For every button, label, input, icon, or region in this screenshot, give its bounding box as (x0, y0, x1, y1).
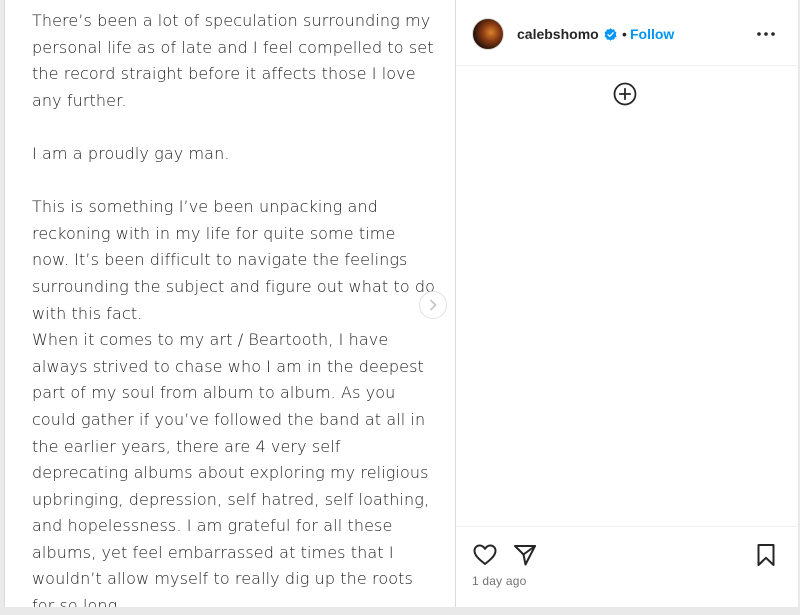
follow-button[interactable]: Follow (630, 26, 674, 42)
paper-plane-icon (514, 545, 536, 566)
like-button[interactable] (472, 542, 498, 568)
plus-circle-icon (613, 82, 637, 106)
heart-icon (473, 544, 497, 565)
separator-dot: • (622, 26, 627, 42)
add-comment-button[interactable] (613, 82, 637, 106)
paragraph-reckoning: This is something I’ve been unpacking an… (32, 197, 436, 323)
paragraph-art: When it comes to my art / Beartooth, I h… (32, 330, 430, 607)
next-slide-button[interactable] (419, 291, 447, 319)
more-options-button[interactable] (754, 24, 778, 44)
post-header: calebshomo • Follow (456, 0, 798, 66)
post-media-pane: There’s been a lot of speculation surrou… (5, 0, 455, 607)
paragraph-statement: I am a proudly gay man. (32, 143, 230, 163)
post-text-image: There’s been a lot of speculation surrou… (32, 8, 437, 607)
post-actions: 1 day ago (456, 526, 798, 607)
avatar[interactable] (472, 18, 504, 50)
save-button[interactable] (754, 542, 778, 568)
post-timestamp[interactable]: 1 day ago (472, 574, 527, 588)
post-modal: There’s been a lot of speculation surrou… (4, 0, 798, 607)
post-details-pane: calebshomo • Follow 1 day ago (456, 0, 798, 607)
bookmark-icon (757, 544, 775, 566)
share-button[interactable] (512, 542, 538, 568)
paragraph-intro: There’s been a lot of speculation surrou… (32, 11, 434, 110)
verified-badge-icon (604, 28, 617, 41)
username-link[interactable]: calebshomo (517, 26, 599, 42)
more-horizontal-icon (757, 32, 775, 36)
chevron-right-icon (430, 299, 437, 311)
